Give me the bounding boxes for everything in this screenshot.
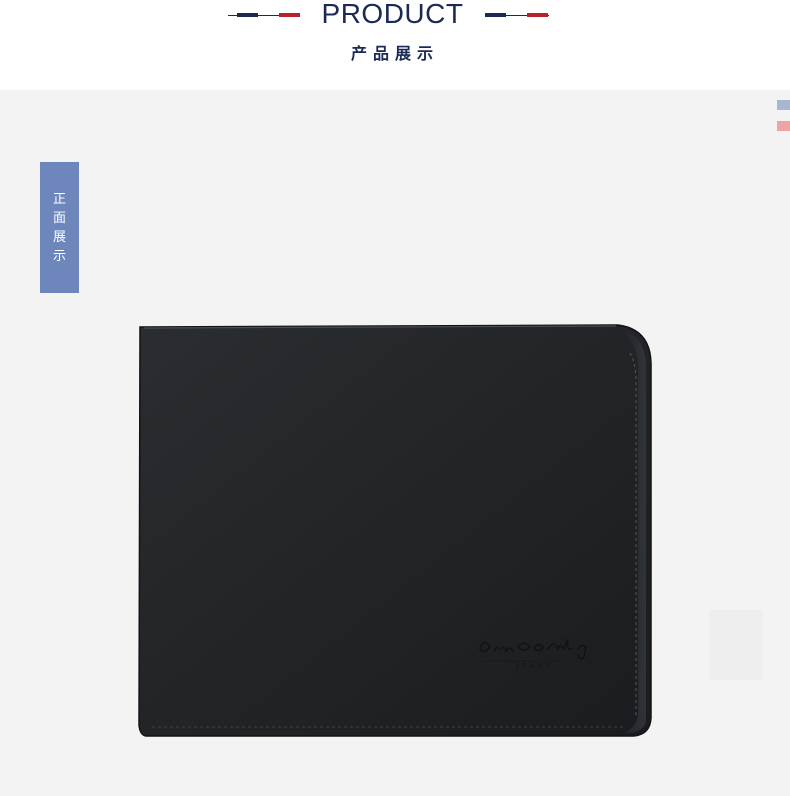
section-header: PRODUCT 产品展示 — [0, 0, 790, 90]
corner-mark-blue — [777, 100, 790, 110]
corner-mark-red — [777, 121, 790, 131]
product-stage: 正 面 展 示 JEANS — [0, 90, 790, 796]
section-subtitle: 产品展示 — [350, 44, 439, 63]
view-label-char: 面 — [52, 210, 66, 226]
section-title: PRODUCT — [321, 0, 464, 29]
view-label-char: 展 — [52, 229, 66, 245]
flag-stripe-navy-left — [237, 13, 258, 17]
view-label-char: 示 — [52, 248, 66, 264]
flag-stripe-navy-right — [485, 13, 506, 17]
flag-stripe-red-left — [279, 13, 300, 17]
flag-stripe-red-right — [527, 13, 548, 17]
faint-background-block — [709, 610, 763, 680]
view-label-char: 正 — [52, 191, 66, 207]
svg-text:JEANS: JEANS — [515, 663, 553, 670]
wallet-image: JEANS — [138, 324, 652, 737]
view-label-tab: 正 面 展 示 — [40, 162, 79, 293]
